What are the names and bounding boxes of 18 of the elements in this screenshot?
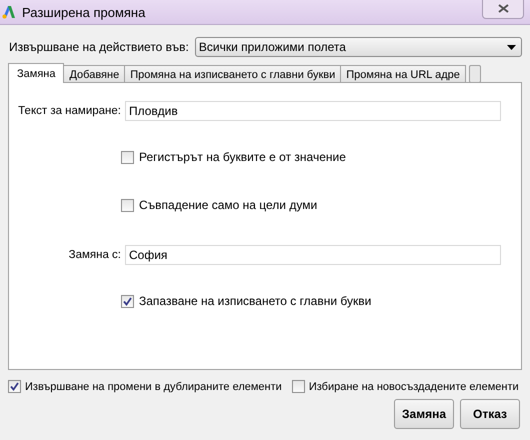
tab[interactable]: Промяна на URL адре <box>340 65 466 83</box>
tab[interactable]: Промяна на изписването с главни букви <box>124 65 342 83</box>
scope-label: Извършване на действието във: <box>9 40 189 54</box>
checkbox-label: Съвпадение само на цели думи <box>139 198 318 212</box>
replace-button[interactable]: Замяна <box>394 399 454 429</box>
cancel-button[interactable]: Отказ <box>460 399 520 429</box>
scope-dropdown[interactable]: Всички приложими полета <box>194 37 522 57</box>
checkbox-label: Запазване на изписването с главни букви <box>139 294 372 308</box>
checkbox-label: Регистърът на буквите е от значение <box>139 150 346 164</box>
window-title: Разширена промяна <box>22 4 146 20</box>
text-field[interactable]: Пловдив <box>125 101 501 121</box>
tab[interactable]: Добавяне <box>63 65 126 83</box>
field-label: Замяна с: <box>68 249 122 261</box>
checkbox-label: Извършване на промени в дублираните елементи <box>25 380 282 392</box>
checkbox-label: Избиране на новосъздадените елементи <box>308 380 519 392</box>
text-field[interactable]: София <box>125 245 501 265</box>
field-label: Текст за намиране: <box>17 105 122 117</box>
tab[interactable]: Замяна <box>8 63 64 83</box>
